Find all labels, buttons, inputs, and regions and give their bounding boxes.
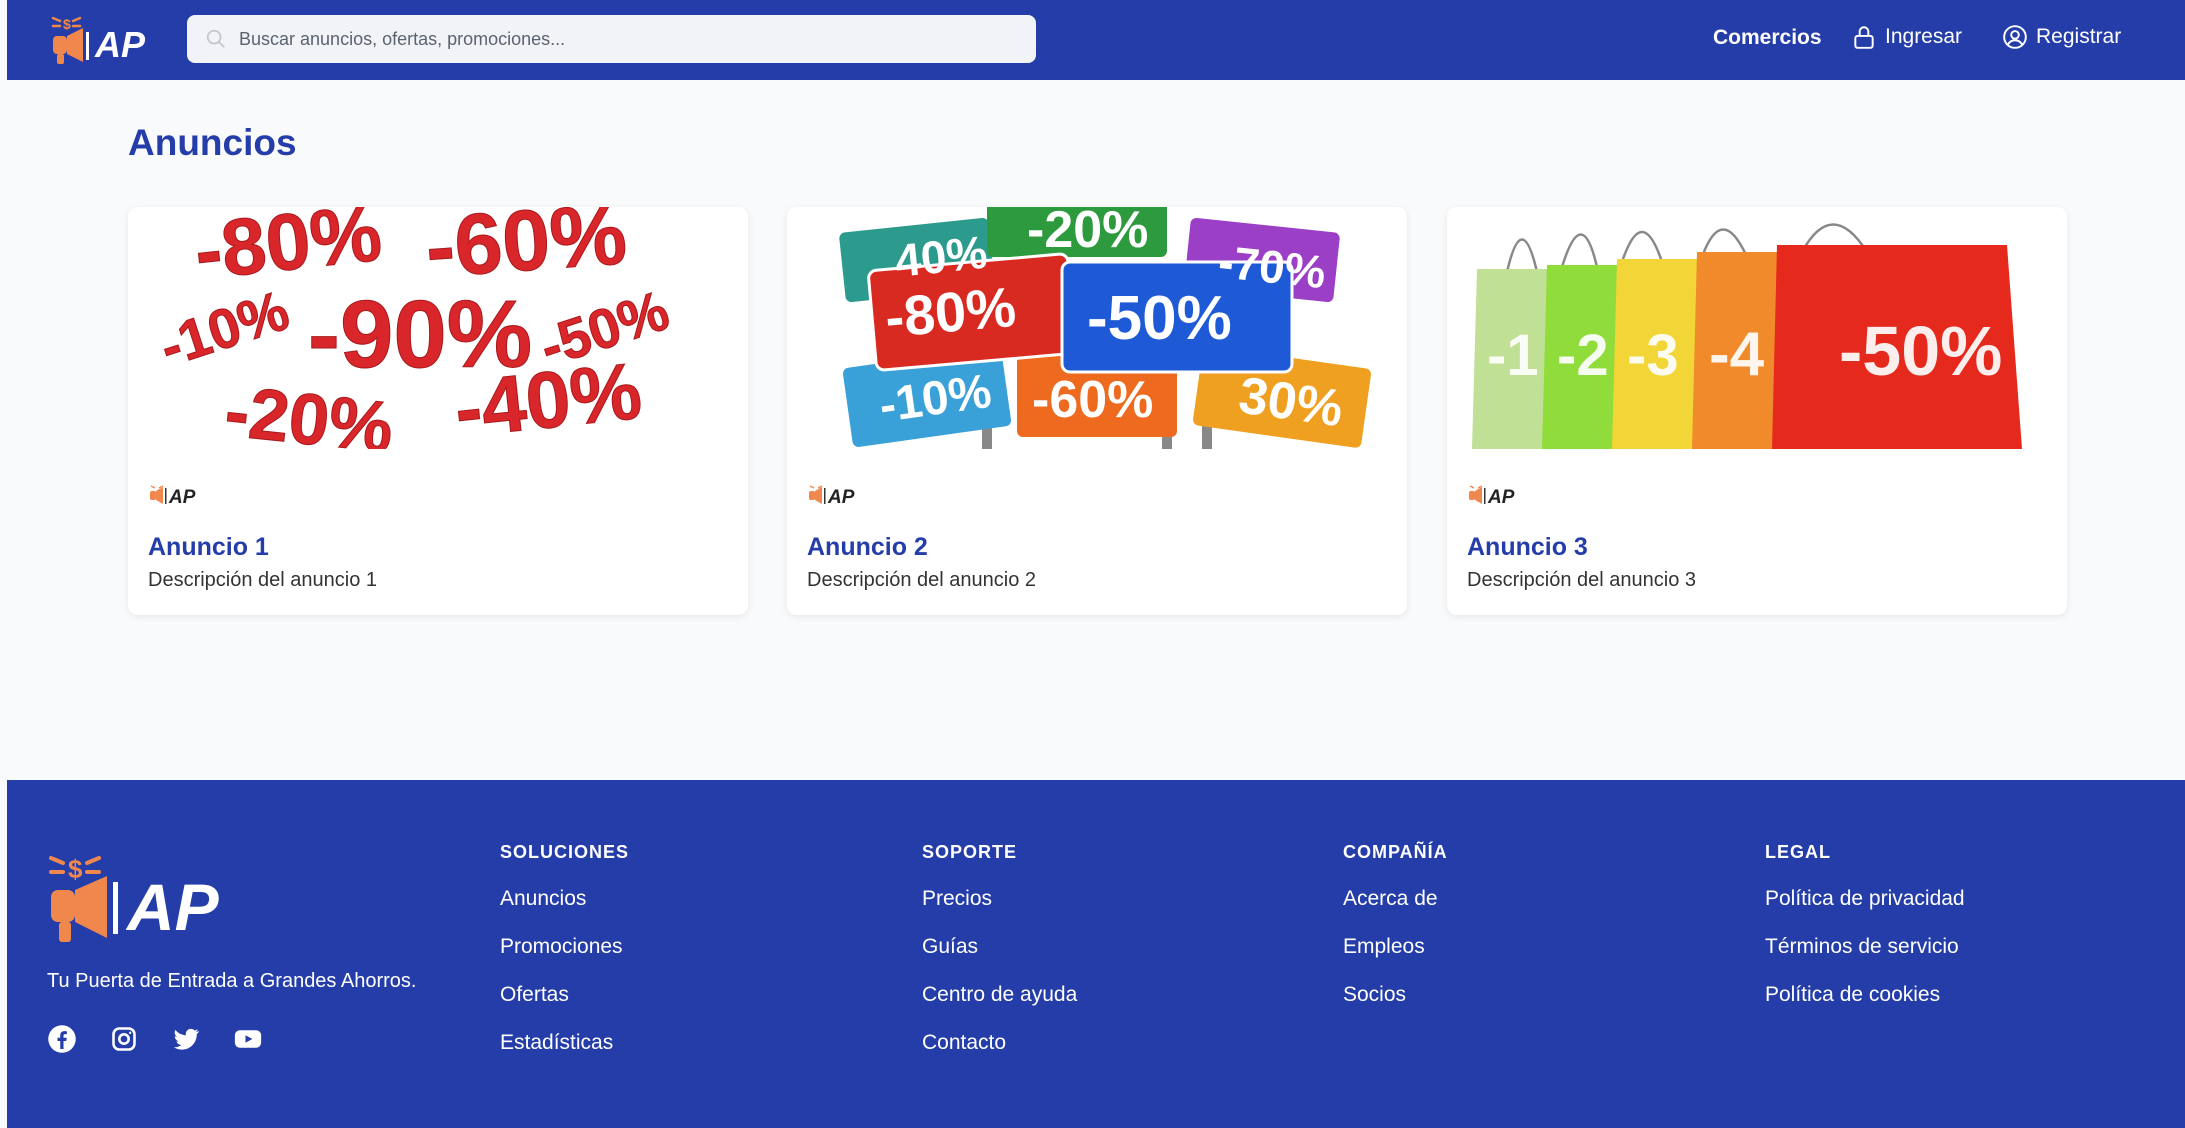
- ad-card[interactable]: -1 -2 -3 -4 -50% AP Anuncio 3 Descripció…: [1447, 207, 2067, 615]
- ad-title[interactable]: Anuncio 2: [807, 533, 928, 562]
- brand-badge: AP: [150, 485, 196, 508]
- ad-card[interactable]: -20% 40% -70% -80% -50% -10% -60% 30% AP…: [787, 207, 1407, 615]
- ad-card[interactable]: -80% -60% -10% -90% -50% -20% -40% AP An…: [128, 207, 748, 615]
- footer-link[interactable]: Guías: [922, 935, 1077, 959]
- svg-text:-20%: -20%: [1027, 207, 1148, 259]
- svg-text:-60%: -60%: [1032, 371, 1153, 429]
- nav-login-label: Ingresar: [1885, 25, 1963, 48]
- ad-title[interactable]: Anuncio 3: [1467, 533, 1588, 562]
- ad-title[interactable]: Anuncio 1: [148, 533, 269, 562]
- nav-register-label: Registrar: [2036, 25, 2122, 48]
- footer-column-company: COMPAÑÍA Acerca de Empleos Socios: [1343, 842, 1448, 1031]
- ad-description: Descripción del anuncio 3: [1467, 569, 1697, 591]
- brand-badge: AP: [809, 485, 855, 508]
- facebook-icon[interactable]: [47, 1024, 77, 1054]
- footer-link[interactable]: Estadísticas: [500, 1031, 629, 1055]
- search-input[interactable]: [239, 15, 1019, 63]
- svg-text:-50%: -50%: [1087, 284, 1232, 353]
- search-icon: [206, 29, 225, 48]
- ad-description: Descripción del anuncio 1: [148, 569, 378, 591]
- footer-column-support: SOPORTE Precios Guías Centro de ayuda Co…: [922, 842, 1077, 1079]
- svg-text:-3: -3: [1627, 323, 1679, 388]
- user-circle-icon: [2003, 25, 2027, 49]
- ad-description: Descripción del anuncio 2: [807, 569, 1037, 591]
- lock-icon: [1854, 26, 1874, 49]
- svg-text:$: $: [68, 854, 83, 884]
- nav-stores-link[interactable]: Comercios: [1713, 26, 1822, 50]
- brand-badge: AP: [1469, 485, 1515, 508]
- footer-logo[interactable]: $ AP: [47, 848, 247, 948]
- svg-text:AP: AP: [827, 487, 855, 508]
- ad-image: -20% 40% -70% -80% -50% -10% -60% 30%: [787, 207, 1407, 449]
- svg-text:-4: -4: [1709, 320, 1765, 389]
- footer-link[interactable]: Precios: [922, 887, 1077, 911]
- svg-text:-80%: -80%: [883, 275, 1019, 349]
- page-title: Anuncios: [128, 122, 297, 163]
- footer-link[interactable]: Política de cookies: [1765, 983, 1965, 1007]
- footer-column-legal: LEGAL Política de privacidad Términos de…: [1765, 842, 1965, 1031]
- footer-heading: LEGAL: [1765, 842, 1831, 862]
- footer-link[interactable]: Acerca de: [1343, 887, 1448, 911]
- footer-link[interactable]: Anuncios: [500, 887, 629, 911]
- svg-text:AP: AP: [168, 487, 196, 508]
- logo-text: AP: [94, 24, 146, 65]
- svg-text:-40%: -40%: [450, 346, 645, 449]
- svg-text:-2: -2: [1557, 323, 1609, 388]
- footer-link[interactable]: Contacto: [922, 1031, 1077, 1055]
- footer: $ AP Tu Puerta de Entrada a Grandes Ahor…: [7, 780, 2185, 1128]
- top-navbar: $ AP Comercios Ingresar Registrar: [7, 0, 2185, 80]
- footer-heading: SOPORTE: [922, 842, 1018, 862]
- nav-login-link[interactable]: Ingresar: [1851, 24, 1962, 50]
- svg-text:AP: AP: [1487, 487, 1515, 508]
- instagram-icon[interactable]: [109, 1024, 139, 1054]
- footer-link[interactable]: Promociones: [500, 935, 629, 959]
- footer-link[interactable]: Ofertas: [500, 983, 629, 1007]
- footer-heading: SOLUCIONES: [500, 842, 630, 862]
- svg-text:-1: -1: [1487, 323, 1539, 388]
- footer-heading: COMPAÑÍA: [1343, 842, 1448, 862]
- svg-text:AP: AP: [125, 870, 220, 944]
- footer-link[interactable]: Centro de ayuda: [922, 983, 1077, 1007]
- svg-text:-50%: -50%: [1839, 312, 2002, 390]
- youtube-icon[interactable]: [233, 1024, 263, 1054]
- nav-stores-label: Comercios: [1713, 26, 1822, 49]
- search-bar[interactable]: [187, 15, 1036, 63]
- footer-link[interactable]: Términos de servicio: [1765, 935, 1965, 959]
- footer-tagline: Tu Puerta de Entrada a Grandes Ahorros.: [47, 970, 417, 992]
- social-links: [47, 1024, 263, 1054]
- ad-image: -1 -2 -3 -4 -50%: [1447, 207, 2067, 449]
- app-logo[interactable]: $ AP: [47, 12, 157, 68]
- nav-register-link[interactable]: Registrar: [2002, 24, 2121, 50]
- svg-text:$: $: [63, 16, 71, 32]
- ad-image: -80% -60% -10% -90% -50% -20% -40%: [128, 207, 748, 449]
- twitter-icon[interactable]: [171, 1024, 201, 1054]
- footer-link[interactable]: Empleos: [1343, 935, 1448, 959]
- footer-column-solutions: SOLUCIONES Anuncios Promociones Ofertas …: [500, 842, 629, 1079]
- footer-link[interactable]: Socios: [1343, 983, 1448, 1007]
- footer-link[interactable]: Política de privacidad: [1765, 887, 1965, 911]
